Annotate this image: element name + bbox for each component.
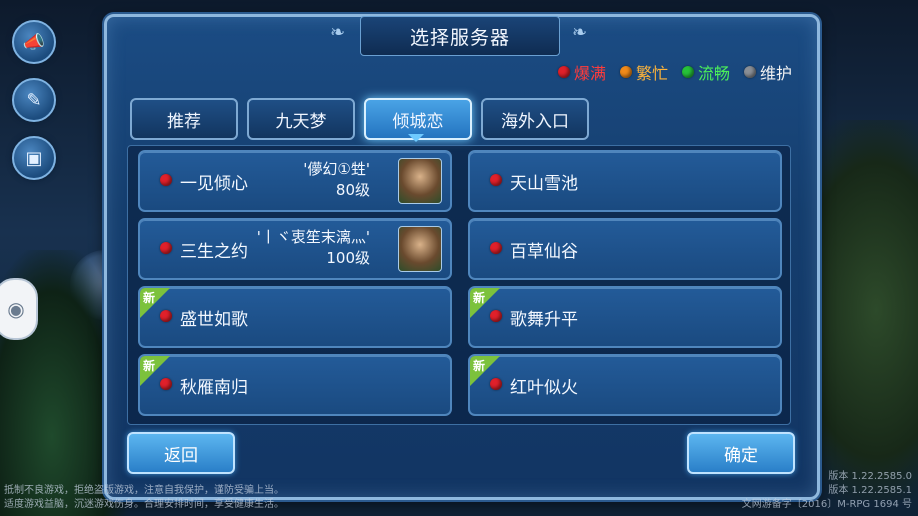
server-name: 歌舞升平 [510,310,578,330]
server-name: 秋雁南归 [180,378,248,398]
version-line: 版本 1.22.2585.0 [828,471,912,482]
legend-item-busy: 繁忙 [619,60,668,84]
legend-label: 维护 [759,64,792,83]
tab-label: 倾城恋 [392,111,444,132]
legend-item-full: 爆满 [557,60,606,84]
server-status-dot-icon [490,378,502,390]
legend-label: 爆满 [573,64,606,83]
tab-recommended[interactable]: 推荐 [130,98,238,140]
legend-item-maintenance: 维护 [743,60,792,84]
status-dot-busy-icon [619,66,632,78]
server-status-dot-icon [160,174,172,186]
health-notice-line: 抵制不良游戏，拒绝盗版游戏，注意自我保护，谨防受骗上当。 [4,485,284,496]
legend-item-smooth: 流畅 [681,60,730,84]
title-ornament-right-icon: ❧ [572,22,588,43]
server-name: 百草仙谷 [510,242,578,262]
new-badge-label: 新 [143,291,156,305]
speaker-icon[interactable]: 📣 [12,20,56,64]
character-name: '丨ヾ衷笙末漓灬' [256,228,370,246]
status-dot-full-icon [557,66,570,78]
notes-icon[interactable]: ✎ [12,78,56,122]
character-avatar [398,226,442,272]
server-name: 天山雪池 [510,174,578,194]
character-name: '儚幻①甡' [303,160,370,178]
character-avatar [398,158,442,204]
tab-jiutianmeng[interactable]: 九天梦 [247,98,355,140]
server-item[interactable]: 新 盛世如歌 [138,286,452,348]
tab-label: 海外入口 [501,111,569,132]
back-button[interactable]: 返回 [127,432,235,474]
version-line: 版本 1.22.2585.1 [828,485,912,496]
server-name: 盛世如歌 [180,310,248,330]
legend-label: 繁忙 [635,64,668,83]
server-item[interactable]: 百草仙谷 [468,218,782,280]
server-item[interactable]: 新 歌舞升平 [468,286,782,348]
server-name: 三生之约 [180,242,248,262]
dialog-title-text: 选择服务器 [409,26,510,49]
status-dot-maintenance-icon [743,66,756,78]
server-status-dot-icon [160,310,172,322]
back-button-label: 返回 [164,445,198,466]
server-item[interactable]: 天山雪池 [468,150,782,212]
tab-label: 九天梦 [275,111,327,132]
dialog-title: 选择服务器 [360,16,560,56]
server-item[interactable]: 三生之约 '丨ヾ衷笙末漓灬' 100级 [138,218,452,280]
server-status-dot-icon [490,174,502,186]
license-number: 文网游备字〔2016〕M-RPG 1694 号 [741,499,912,510]
status-legend: 爆满 繁忙 流畅 维护 [557,60,792,84]
new-badge-label: 新 [473,291,486,305]
server-name: 一见倾心 [180,174,248,194]
server-status-dot-icon [160,242,172,254]
gamepad-icon[interactable]: ◉ [0,278,38,340]
server-status-dot-icon [490,310,502,322]
new-badge-label: 新 [143,359,156,373]
new-badge-label: 新 [473,359,486,373]
tab-label: 推荐 [167,111,201,132]
health-notice-line: 适度游戏益脑，沉迷游戏伤身。合理安排时间，享受健康生活。 [4,499,284,510]
active-tab-pointer-icon [408,134,424,142]
status-dot-smooth-icon [681,66,694,78]
server-name: 红叶似火 [510,378,578,398]
server-item[interactable]: 一见倾心 '儚幻①甡' 80级 [138,150,452,212]
confirm-button-label: 确定 [724,445,758,466]
legend-label: 流畅 [697,64,730,83]
health-notice: 抵制不良游戏，拒绝盗版游戏，注意自我保护，谨防受骗上当。 适度游戏益脑，沉迷游戏… [4,484,284,512]
character-level: 80级 [335,181,370,199]
version-info: 版本 1.22.2585.0 版本 1.22.2585.1 文网游备字〔2016… [742,470,912,512]
character-level: 100级 [326,249,370,267]
confirm-button[interactable]: 确定 [687,432,795,474]
scan-icon[interactable]: ▣ [12,136,56,180]
server-status-dot-icon [160,378,172,390]
server-item[interactable]: 新 红叶似火 [468,354,782,416]
tab-overseas[interactable]: 海外入口 [481,98,589,140]
server-status-dot-icon [490,242,502,254]
server-item[interactable]: 新 秋雁南归 [138,354,452,416]
title-ornament-left-icon: ❧ [330,22,346,43]
